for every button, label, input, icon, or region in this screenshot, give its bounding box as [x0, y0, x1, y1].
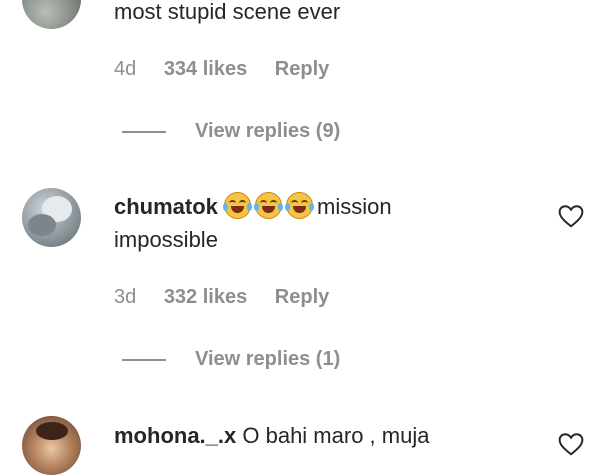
divider [122, 358, 166, 361]
heart-icon[interactable] [558, 204, 584, 228]
comment-line-1: mohona._.x O bahi maro , muja [114, 421, 429, 451]
comment-age[interactable]: 3d [114, 286, 136, 308]
divider [122, 130, 166, 133]
reply-button[interactable]: Reply [275, 58, 329, 80]
view-replies-button[interactable]: View replies (9) [122, 118, 340, 144]
comment-username[interactable]: chumatok [114, 194, 218, 219]
reply-button[interactable]: Reply [275, 286, 329, 308]
comment-text: mission [317, 194, 392, 219]
comment-text: most stupid scene ever [114, 0, 341, 24]
comment-meta: 4d 334 likes Reply [114, 56, 351, 82]
emoji-laugh-icon [285, 192, 315, 219]
comment-text: O bahi maro , muja [242, 423, 430, 448]
view-replies-button[interactable]: View replies (1) [122, 346, 340, 372]
view-replies-label: View replies (9) [195, 120, 341, 142]
comment-username[interactable]: mohona._.x [114, 423, 236, 448]
heart-icon[interactable] [558, 432, 584, 456]
view-replies-label: View replies (1) [195, 348, 341, 370]
comment-text-continuation: impossible [114, 227, 218, 252]
comment-meta: 3d 332 likes Reply [114, 284, 351, 310]
avatar[interactable] [22, 416, 81, 475]
comment-line-1: chumatok mission [114, 192, 392, 222]
likes-count[interactable]: 334 likes [164, 58, 247, 80]
comment-age[interactable]: 4d [114, 58, 136, 80]
emoji-laugh-icon [223, 192, 253, 219]
avatar[interactable] [22, 188, 81, 247]
likes-count[interactable]: 332 likes [164, 286, 247, 308]
avatar[interactable] [22, 0, 81, 29]
emoji-laugh-icon [254, 192, 284, 219]
